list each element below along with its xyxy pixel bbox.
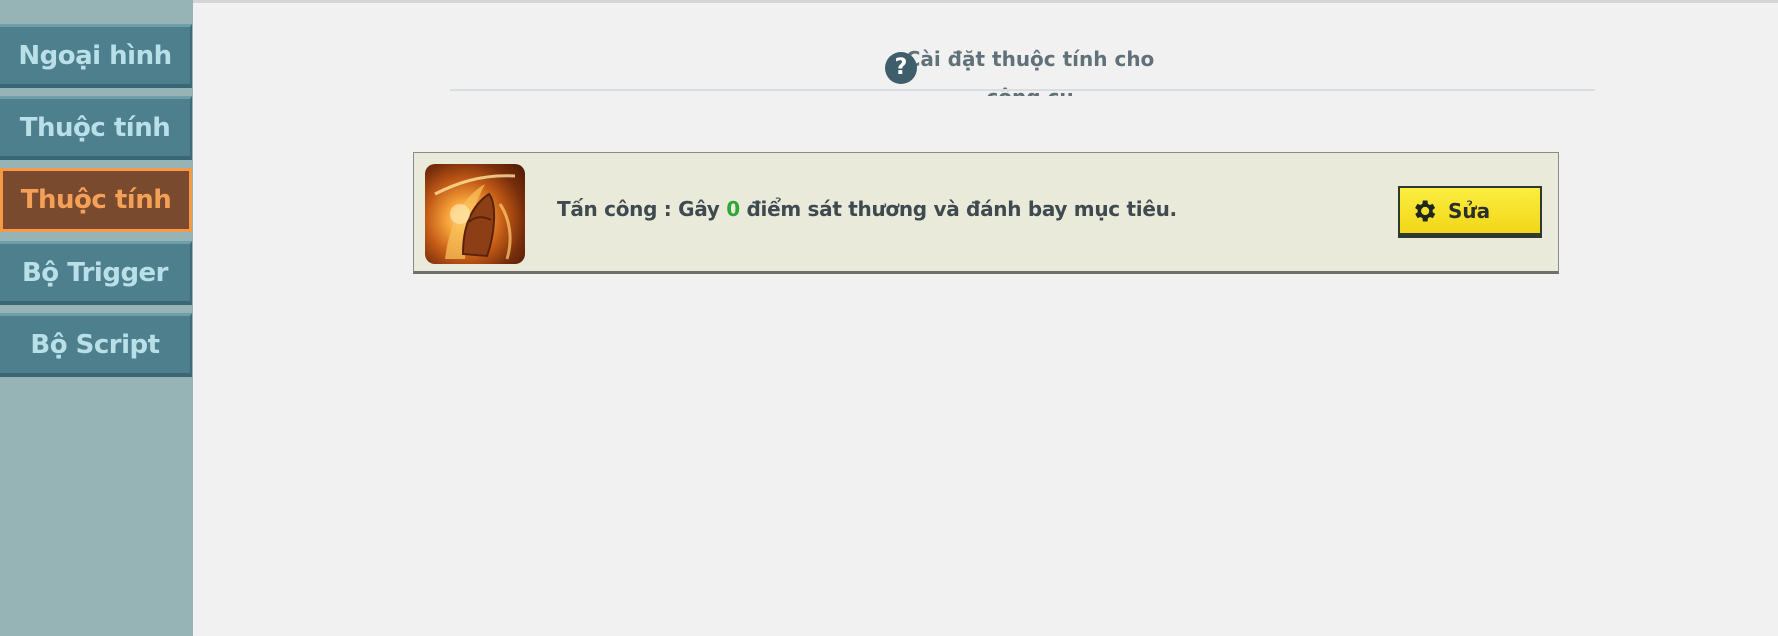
attribute-value: 0 bbox=[726, 197, 740, 221]
attack-skill-graphic bbox=[434, 174, 516, 260]
sidebar: Ngoại hình Thuộc tính Thuộc tính Bộ Trig… bbox=[0, 0, 193, 636]
header-divider bbox=[450, 89, 1595, 91]
page-title-line1: Cài đặt thuộc tính cho bbox=[905, 47, 1155, 71]
top-border bbox=[0, 0, 1778, 3]
edit-button-label: Sửa bbox=[1448, 198, 1491, 223]
question-circle-icon[interactable]: ? bbox=[885, 52, 917, 84]
page-title-line2: công cụ bbox=[900, 78, 1160, 96]
page-title: Cài đặt thuộc tính cho công cụ bbox=[900, 40, 1160, 96]
attack-skill-icon bbox=[425, 164, 525, 264]
sidebar-item-attributes[interactable]: Thuộc tính bbox=[0, 96, 192, 160]
sidebar-item-appearance[interactable]: Ngoại hình bbox=[0, 24, 192, 88]
attribute-text-before: Tấn công : Gây bbox=[557, 197, 727, 221]
attribute-card: Tấn công : Gây 0 điểm sát thương và đánh… bbox=[413, 152, 1559, 274]
attribute-text-after: điểm sát thương và đánh bay mục tiêu. bbox=[739, 197, 1178, 221]
attribute-description: Tấn công : Gây 0 điểm sát thương và đánh… bbox=[557, 197, 1177, 221]
sidebar-item-trigger[interactable]: Bộ Trigger bbox=[0, 241, 192, 305]
sidebar-item-script[interactable]: Bộ Script bbox=[0, 313, 192, 377]
gear-icon bbox=[1415, 200, 1436, 221]
sidebar-item-attributes-active[interactable]: Thuộc tính bbox=[0, 168, 192, 232]
edit-button[interactable]: Sửa bbox=[1398, 186, 1542, 238]
